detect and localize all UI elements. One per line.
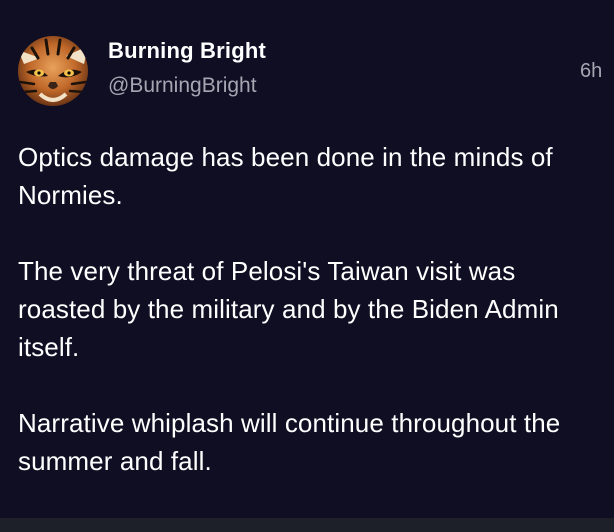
post-paragraph: Optics damage has been done in the minds… bbox=[18, 142, 553, 210]
post-timestamp[interactable]: 6h bbox=[580, 60, 602, 83]
post-footer-bar bbox=[0, 518, 614, 532]
post-paragraph: Narrative whiplash will continue through… bbox=[18, 408, 561, 476]
author-handle[interactable]: @BurningBright bbox=[108, 74, 257, 98]
tiger-avatar-icon bbox=[18, 36, 88, 106]
post-body: Optics damage has been done in the minds… bbox=[18, 138, 608, 480]
author-avatar[interactable] bbox=[18, 36, 88, 106]
post-paragraph: The very threat of Pelosi's Taiwan visit… bbox=[18, 256, 559, 362]
author-display-name[interactable]: Burning Bright bbox=[108, 38, 266, 64]
post-card: Burning Bright @BurningBright 6h Optics … bbox=[0, 0, 614, 532]
